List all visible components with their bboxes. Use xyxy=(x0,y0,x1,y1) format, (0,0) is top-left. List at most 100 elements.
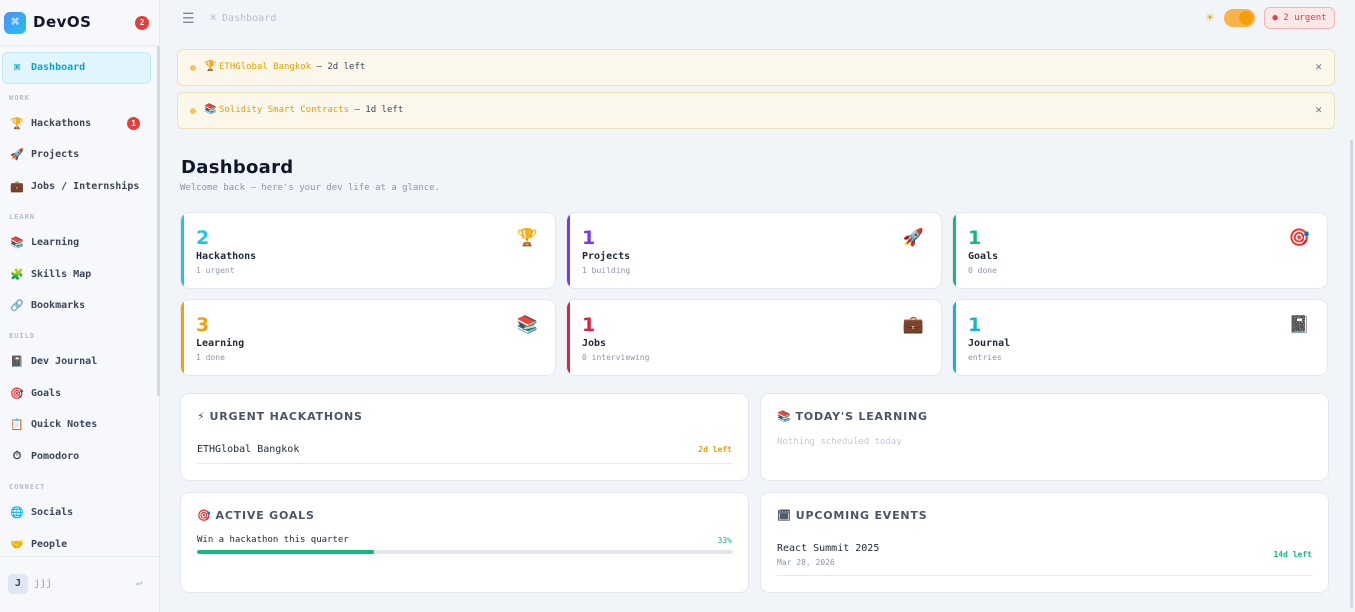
sidebar-item-label: Goals xyxy=(31,387,62,399)
panel-heading: 🗓 UPCOMING EVENTS xyxy=(777,509,927,522)
stat-card-hackathons[interactable]: 2 Hackathons 1 urgent 🏆 xyxy=(180,212,556,289)
sidebar-item-label: Socials xyxy=(31,506,74,518)
panel-title: UPCOMING EVENTS xyxy=(795,509,928,522)
target-icon: 🎯 xyxy=(10,386,24,400)
command-logo-icon[interactable]: ⌘ xyxy=(4,12,26,34)
breadcrumb: ⌘ Dashboard xyxy=(210,13,277,24)
panel-heading: 🎯 ACTIVE GOALS xyxy=(197,509,315,522)
sidebar-item-learning[interactable]: 📚 Learning xyxy=(9,233,79,251)
sidebar-item-dev-journal[interactable]: 📓 Dev Journal xyxy=(9,352,97,370)
stat-card-jobs[interactable]: 1 Jobs 0 interviewing 💼 xyxy=(566,299,942,376)
brand-header: ⌘ DevOS 2 xyxy=(0,0,160,46)
stat-value: 1 xyxy=(968,314,982,336)
alert-banner: 📚 Solidity Smart Contracts — 1d left ✕ xyxy=(177,92,1335,129)
deadline-badge: 2d left xyxy=(698,445,732,454)
stat-sub: 1 building xyxy=(582,266,631,275)
urgent-hackathons-panel: ⚡ URGENT HACKATHONS ETHGlobal Bangkok 2d … xyxy=(180,393,749,481)
countdown-badge: 14d left xyxy=(1273,550,1312,559)
stat-value: 1 xyxy=(968,227,982,249)
stat-card-projects[interactable]: 1 Projects 1 building 🚀 xyxy=(566,212,942,289)
alert-text: Solidity Smart Contracts — 1d left xyxy=(219,105,403,115)
sidebar-item-hackathons[interactable]: 🏆 Hackathons xyxy=(9,114,91,132)
stat-label: Projects xyxy=(582,251,631,262)
sidebar-item-skills-map[interactable]: 🧩 Skills Map xyxy=(9,265,91,283)
alert-link[interactable]: ETHGlobal Bangkok xyxy=(219,62,311,72)
sidebar-item-jobs[interactable]: 💼 Jobs / Internships xyxy=(9,177,139,195)
stat-value: 3 xyxy=(196,314,210,336)
empty-state: Nothing scheduled today xyxy=(777,437,902,447)
sidebar-item-projects[interactable]: 🚀 Projects xyxy=(9,145,79,163)
briefcase-icon: 💼 xyxy=(10,179,24,193)
trophy-icon: 🏆 xyxy=(516,228,538,248)
sidebar-item-quick-notes[interactable]: 📋 Quick Notes xyxy=(9,415,97,433)
sidebar-item-bookmarks[interactable]: 🔗 Bookmarks xyxy=(9,296,85,314)
goal-progress-bar xyxy=(197,550,733,554)
alert-link[interactable]: Solidity Smart Contracts xyxy=(219,105,349,115)
page-subtitle: Welcome back — here's your dev life at a… xyxy=(180,183,441,193)
panel-heading: ⚡ URGENT HACKATHONS xyxy=(197,410,363,423)
progress-fill xyxy=(197,550,374,554)
trophy-icon: 🏆 xyxy=(10,116,24,130)
sidebar-item-label: Bookmarks xyxy=(31,299,86,311)
goal-percent: 33% xyxy=(717,536,732,545)
sidebar-item-label: Projects xyxy=(31,148,80,160)
books-icon: 📚 xyxy=(777,410,792,423)
sun-icon: ☀ xyxy=(1206,11,1214,26)
stat-card-journal[interactable]: 1 Journal entries 📓 xyxy=(952,299,1328,376)
event-name[interactable]: React Summit 2025 xyxy=(777,543,879,554)
clipboard-icon: 📋 xyxy=(10,417,24,431)
sidebar-item-label: Jobs / Internships xyxy=(31,180,140,192)
status-dot xyxy=(190,65,196,71)
urgent-button[interactable]: ● 2 urgent xyxy=(1264,7,1335,29)
stat-card-learning[interactable]: 3 Learning 1 done 📚 xyxy=(180,299,556,376)
stat-value: 1 xyxy=(582,227,596,249)
sidebar-item-label: Skills Map xyxy=(31,268,92,280)
section-learn: LEARN xyxy=(9,213,36,221)
stat-card-goals[interactable]: 1 Goals 0 done 🎯 xyxy=(952,212,1328,289)
lightning-icon: ⚡ xyxy=(197,410,206,423)
theme-toggle[interactable] xyxy=(1224,9,1255,27)
target-icon: 🎯 xyxy=(197,509,212,522)
sidebar-item-dashboard[interactable]: ⌘ Dashboard xyxy=(9,58,86,76)
toggle-knob xyxy=(1239,11,1253,25)
timer-icon: ⏱ xyxy=(12,449,22,462)
brand-name[interactable]: DevOS xyxy=(33,13,91,31)
alert-banner: 🏆 ETHGlobal Bangkok — 2d left ✕ xyxy=(177,49,1335,86)
books-icon: 📚 xyxy=(10,235,24,249)
alert-text: ETHGlobal Bangkok — 2d left xyxy=(219,62,365,72)
calendar-icon: 🗓 xyxy=(777,509,792,522)
notebook-icon: 📓 xyxy=(1288,315,1310,335)
stat-label: Goals xyxy=(968,251,999,262)
accent-bar xyxy=(181,213,184,288)
sidebar-item-label: Hackathons xyxy=(31,117,92,129)
command-icon: ⌘ xyxy=(13,60,21,74)
sidebar-item-people[interactable]: 🤝 People xyxy=(9,535,67,553)
sidebar-item-label: Pomodoro xyxy=(31,450,80,462)
close-icon[interactable]: ✕ xyxy=(1315,103,1322,116)
notification-badge[interactable]: 2 xyxy=(135,16,149,30)
rocket-icon: 🚀 xyxy=(902,228,924,248)
divider xyxy=(777,575,1313,576)
list-item[interactable]: ETHGlobal Bangkok xyxy=(197,444,299,455)
hamburger-menu-icon[interactable]: ☰ xyxy=(182,11,195,27)
stat-sub: 1 urgent xyxy=(196,266,235,275)
stat-sub: entries xyxy=(968,353,1002,362)
todays-learning-panel: 📚 TODAY'S LEARNING Nothing scheduled toda… xyxy=(760,393,1329,481)
accent-bar xyxy=(953,213,956,288)
active-goals-panel: 🎯 ACTIVE GOALS Win a hackathon this quart… xyxy=(180,492,749,593)
avatar[interactable]: J xyxy=(8,574,28,594)
sidebar-item-socials[interactable]: 🌐 Socials xyxy=(9,503,73,521)
sidebar-item-label: Learning xyxy=(31,236,80,248)
goal-name[interactable]: Win a hackathon this quarter xyxy=(197,535,349,545)
close-icon[interactable]: ✕ xyxy=(1315,60,1322,73)
sidebar-item-goals[interactable]: 🎯 Goals xyxy=(9,384,61,402)
sidebar-item-pomodoro[interactable]: ⏱ Pomodoro xyxy=(9,447,79,465)
user-name: jjj xyxy=(34,578,53,589)
sidebar-item-label: Quick Notes xyxy=(31,418,98,430)
accent-bar xyxy=(181,300,184,375)
main-scrollbar[interactable] xyxy=(1350,140,1353,608)
upcoming-events-panel: 🗓 UPCOMING EVENTS React Summit 2025 Mar 2… xyxy=(760,492,1329,593)
logout-icon[interactable]: ↩ xyxy=(136,577,143,590)
accent-bar xyxy=(567,300,570,375)
stat-label: Learning xyxy=(196,338,245,349)
